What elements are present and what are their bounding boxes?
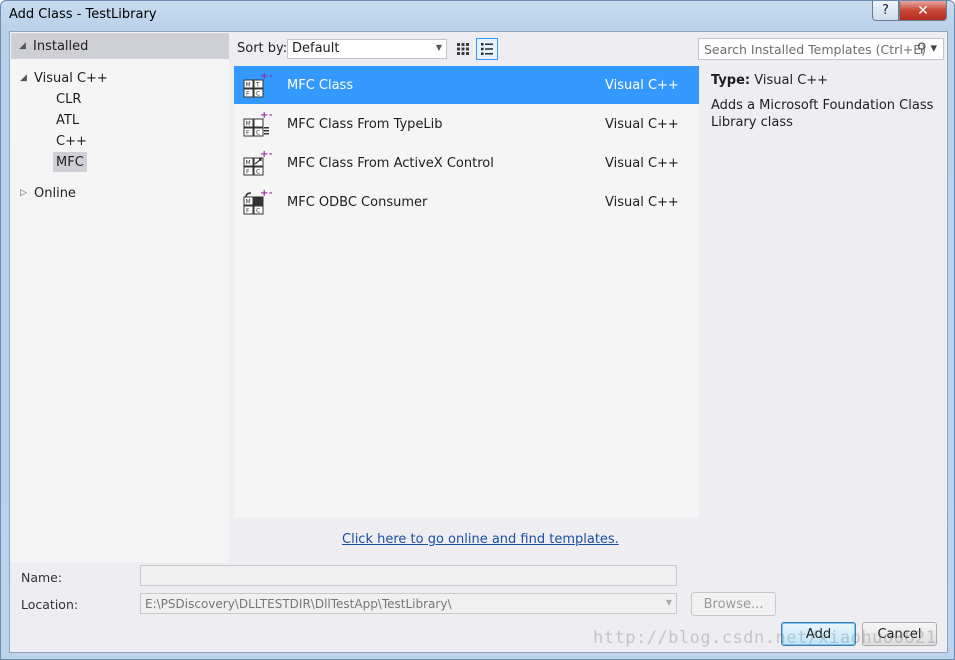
template-description: Adds a Microsoft Foundation Class Librar… — [711, 98, 934, 130]
dialog-window: Add Class - TestLibrary ? ✕ ◢ Installed … — [0, 0, 955, 660]
mfc-typelib-icon: M F C ++ — [243, 110, 272, 137]
expand-triangle-icon: ▷ — [20, 188, 27, 198]
template-item-mfc-activex[interactable]: M F C ++ MFC Class From ActiveX Control … — [234, 144, 699, 182]
location-field[interactable]: E:\PSDiscovery\DLLTESTDIR\DllTestApp\Tes… — [140, 593, 677, 614]
svg-text:M: M — [246, 199, 251, 206]
svg-text:++: ++ — [260, 71, 272, 82]
close-button[interactable]: ✕ — [899, 1, 947, 21]
template-language: Visual C++ — [605, 155, 679, 171]
tree-item-label: Visual C++ — [34, 70, 108, 86]
mfc-activex-icon: M F C ++ — [243, 149, 272, 176]
template-name: MFC Class From TypeLib — [287, 116, 443, 132]
svg-text:M: M — [246, 121, 251, 128]
svg-text:F: F — [246, 130, 250, 137]
location-value: E:\PSDiscovery\DLLTESTDIR\DllTestApp\Tes… — [145, 597, 452, 611]
small-icons-view-button[interactable] — [452, 38, 474, 60]
list-view-icon — [481, 43, 493, 55]
tree-item-visual-cpp[interactable]: ◢ Visual C++ — [20, 68, 108, 88]
help-button[interactable]: ? — [872, 1, 899, 21]
tree-item-label: ATL — [56, 112, 80, 128]
svg-text:F: F — [246, 169, 250, 176]
template-language: Visual C++ — [605, 77, 679, 93]
svg-text:F: F — [246, 91, 250, 98]
template-name: MFC ODBC Consumer — [287, 194, 428, 210]
svg-text:C: C — [256, 169, 260, 176]
collapse-triangle-icon: ◢ — [19, 41, 26, 51]
template-language: Visual C++ — [605, 116, 679, 132]
svg-text:C: C — [256, 91, 260, 98]
category-pane: ◢ Installed ◢ Visual C++ CLR ATL C++ MFC… — [10, 32, 229, 562]
tree-item-atl[interactable]: ATL — [56, 110, 79, 130]
tree-item-label: C++ — [56, 133, 87, 149]
search-placeholder: Search Installed Templates (Ctrl+E) — [704, 42, 927, 57]
svg-text:M: M — [246, 160, 251, 167]
svg-text:++: ++ — [260, 149, 272, 160]
type-line: Type: Visual C++ — [711, 72, 936, 89]
mfc-odbc-icon: M F C ++ — [243, 188, 272, 215]
svg-text:C: C — [256, 130, 260, 137]
expand-triangle-icon: ◢ — [20, 73, 27, 83]
mfc-class-icon: M T F C ++ — [243, 71, 272, 98]
tree-item-clr[interactable]: CLR — [56, 89, 81, 109]
tree-item-cpp[interactable]: C++ — [56, 131, 87, 151]
svg-text:++: ++ — [260, 110, 272, 121]
dropdown-arrow-icon: ▼ — [665, 598, 672, 607]
svg-text:++: ++ — [260, 188, 272, 199]
browse-button[interactable]: Browse... — [691, 592, 776, 616]
search-icon[interactable]: ⚲ ▾ — [917, 41, 937, 56]
list-view-button[interactable] — [476, 38, 498, 60]
template-item-mfc-class[interactable]: M T F C ++ MFC Class Visual C++ — [234, 66, 699, 104]
dialog-client: ◢ Installed ◢ Visual C++ CLR ATL C++ MFC… — [9, 31, 948, 653]
tree-item-mfc[interactable]: MFC — [53, 152, 87, 172]
template-list: M T F C ++ MFC Class Visual C++ M F — [234, 66, 699, 518]
svg-text:T: T — [255, 82, 260, 89]
svg-text:M: M — [246, 82, 251, 89]
dropdown-arrow-icon: ▼ — [435, 43, 442, 52]
template-name: MFC Class — [287, 77, 354, 93]
svg-text:C: C — [256, 208, 260, 215]
type-label: Type: — [711, 73, 751, 88]
template-detail: Type: Visual C++ Adds a Microsoft Founda… — [711, 72, 936, 131]
sort-by-label: Sort by: — [237, 41, 288, 56]
template-name: MFC Class From ActiveX Control — [287, 155, 494, 171]
search-input[interactable]: Search Installed Templates (Ctrl+E) ⚲ ▾ — [698, 38, 944, 60]
name-field[interactable] — [140, 565, 677, 586]
tree-item-online[interactable]: ▷ Online — [20, 183, 76, 203]
tree-item-label: CLR — [56, 91, 82, 107]
sort-by-value: Default — [292, 41, 340, 56]
sort-by-dropdown[interactable]: Default ▼ — [287, 39, 447, 59]
type-value: Visual C++ — [754, 73, 829, 88]
grid-view-icon — [457, 43, 469, 55]
installed-header[interactable]: ◢ Installed — [11, 33, 229, 59]
name-label: Name: — [21, 570, 63, 585]
svg-text:F: F — [246, 208, 250, 215]
window-title: Add Class - TestLibrary — [9, 7, 157, 22]
tree-item-label: MFC — [56, 154, 84, 170]
template-item-mfc-odbc[interactable]: M F C ++ MFC ODBC Consumer Visual C++ — [234, 183, 699, 221]
tree-item-label: Online — [34, 185, 76, 201]
installed-label: Installed — [33, 38, 89, 54]
location-label: Location: — [21, 597, 79, 612]
online-templates-link[interactable]: Click here to go online and find templat… — [342, 532, 619, 547]
template-item-mfc-typelib[interactable]: M F C ++ MFC Class From TypeLib Visual C… — [234, 105, 699, 143]
template-language: Visual C++ — [605, 194, 679, 210]
watermark-text: http://blog.csdn.net/xiaohuo0621 — [593, 628, 937, 648]
